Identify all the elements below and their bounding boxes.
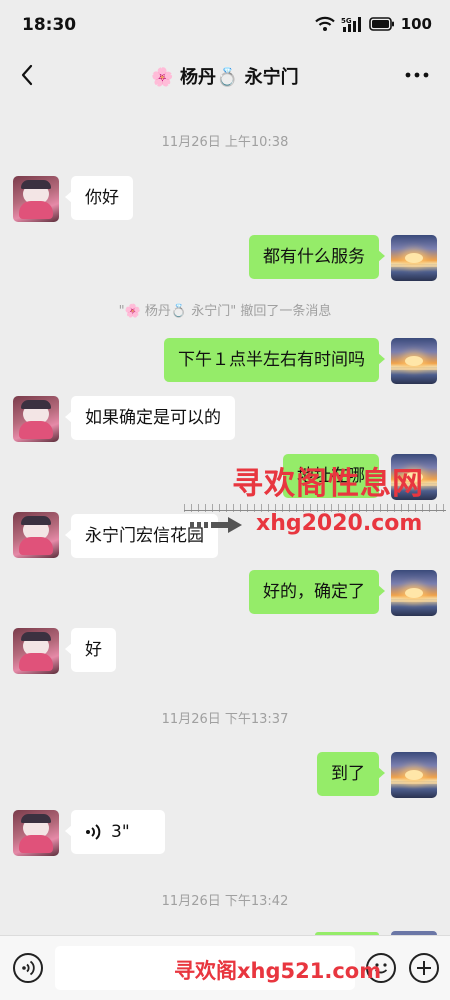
message-bubble-sent[interactable]: 到了 (317, 752, 385, 796)
voice-message-bubble[interactable]: 3" (65, 810, 165, 854)
watermark-bottom: 寻欢阁xhg521.com (174, 959, 382, 983)
status-icons: 5G 100 (314, 15, 432, 33)
contact-avatar[interactable] (13, 512, 59, 558)
timestamp: 11月26日 下午13:42 (161, 894, 289, 909)
timestamp: 11月26日 下午13:37 (161, 712, 289, 727)
contact-avatar[interactable] (13, 628, 59, 674)
more-button[interactable] (402, 60, 432, 90)
message-bubble-received[interactable]: 如果确定是可以的 (65, 396, 235, 440)
chat-header: 🌸 杨丹💍 永宁门 (0, 50, 450, 102)
status-bar: 18:30 5G 100 (0, 0, 450, 50)
contact-avatar[interactable] (13, 810, 59, 856)
arrow-right-icon (190, 517, 242, 533)
contact-avatar[interactable] (13, 396, 59, 442)
watermark-url: xhg2020.com (256, 511, 423, 536)
watermark-text: 寻欢阁性息网 (232, 466, 424, 502)
my-avatar[interactable] (391, 570, 437, 616)
more-dots-icon (405, 72, 429, 78)
svg-text:5G: 5G (341, 17, 352, 25)
chat-title: 🌸 杨丹💍 永宁门 (151, 67, 299, 88)
recall-notice: "🌸 杨丹💍 永宁门" 撤回了一条消息 (118, 304, 332, 319)
status-time: 18:30 (22, 15, 77, 35)
battery-level: 100 (400, 15, 432, 33)
wifi-icon (314, 16, 335, 31)
message-bubble-sent[interactable]: 好的，确定了 (249, 570, 385, 614)
back-button[interactable] (12, 60, 42, 90)
voice-input-icon (22, 960, 35, 976)
my-avatar[interactable] (391, 338, 437, 384)
my-avatar[interactable] (391, 235, 437, 281)
signal-5g-icon: 5G (341, 17, 361, 32)
voice-duration: 3" (111, 822, 130, 842)
plus-button[interactable] (409, 953, 439, 983)
voice-wave-icon (86, 824, 101, 840)
message-bubble-sent[interactable]: 下午１点半左右有时间吗 (164, 338, 385, 382)
chevron-left-icon (21, 64, 33, 86)
battery-icon (368, 17, 394, 31)
voice-input-button[interactable] (13, 953, 43, 983)
plus-icon (417, 961, 431, 975)
message-bubble-received[interactable]: 你好 (65, 176, 133, 220)
message-bubble-received[interactable]: 好 (65, 628, 116, 672)
contact-avatar[interactable] (13, 176, 59, 222)
message-bubble-sent[interactable]: 都有什么服务 (249, 235, 385, 279)
my-avatar[interactable] (391, 752, 437, 798)
timestamp: 11月26日 上午10:38 (161, 135, 289, 150)
